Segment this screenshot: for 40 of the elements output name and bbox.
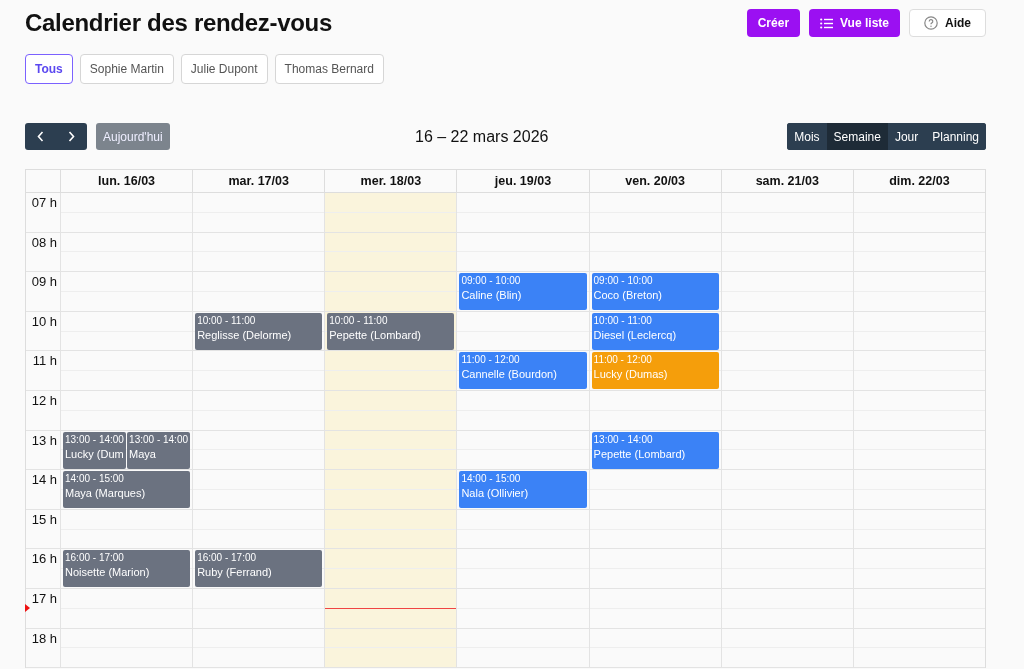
filter-button[interactable]: Thomas Bernard [274, 54, 384, 84]
action-button[interactable]: Vue liste [809, 9, 900, 37]
date-range: 16 – 22 mars 2026 [415, 127, 549, 146]
next-button[interactable] [56, 123, 87, 150]
day-header: lun. 16/03 [60, 170, 193, 192]
filter-button[interactable]: Tous [25, 54, 73, 84]
day-header: ven. 20/03 [588, 170, 721, 192]
page-title: Calendrier des rendez-vous [25, 9, 332, 37]
time-slot[interactable] [324, 588, 457, 628]
day-header: jeu. 19/03 [456, 170, 589, 192]
today-button[interactable]: Aujourd'hui [96, 123, 170, 150]
hour-label: 10 h [31, 313, 57, 330]
hour-label: 17 h [31, 590, 57, 607]
help-icon [924, 16, 938, 30]
hour-label: 08 h [31, 234, 57, 251]
view-tab[interactable]: Semaine [826, 123, 888, 150]
hour-label: 13 h [31, 432, 57, 449]
day-header: mer. 18/03 [324, 170, 457, 192]
day-header: mar. 17/03 [192, 170, 325, 192]
appointment-event[interactable]: 13:00 - 14:00 Lucky (Dum [63, 431, 127, 469]
appointment-event[interactable]: 13:00 - 14:00 Maya [127, 431, 191, 469]
action-button[interactable]: Aide [909, 9, 986, 37]
list-icon [820, 17, 834, 29]
hour-label: 07 h [31, 195, 57, 211]
time-slot[interactable]: 13:00 - 14:00 Lucky (Dum 13:00 - 14:00 Maya [60, 430, 193, 470]
hour-label: 15 h [31, 511, 57, 528]
filter-button[interactable]: Julie Dupont [180, 54, 268, 84]
hour-label: 16 h [31, 551, 57, 568]
hour-label: 14 h [31, 472, 57, 489]
chevron-left-icon [37, 131, 44, 142]
chevron-right-icon [68, 131, 75, 142]
previous-button[interactable] [25, 123, 56, 150]
action-button[interactable]: Créer [746, 9, 801, 37]
day-header: dim. 22/03 [852, 170, 985, 192]
hour-label: 09 h [31, 274, 57, 291]
hour-label: 18 h [31, 630, 57, 647]
filter-button[interactable]: Sophie Martin [79, 54, 174, 84]
hour-label: 11 h [32, 353, 57, 370]
hour-label: 12 h [31, 392, 57, 409]
day-header: sam. 21/03 [720, 170, 853, 192]
